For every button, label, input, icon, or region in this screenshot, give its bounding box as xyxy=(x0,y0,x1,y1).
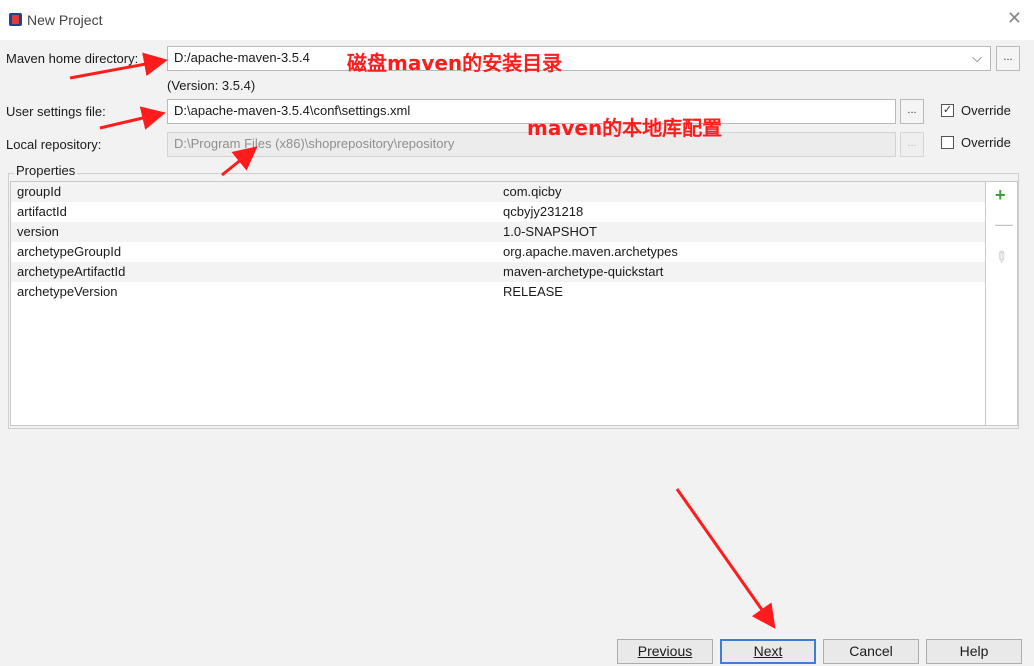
arrow-next xyxy=(675,488,776,629)
repo-override-label: Override xyxy=(961,135,1011,150)
local-repo-browse-button[interactable]: ... xyxy=(900,132,924,157)
settings-override-label: Override xyxy=(961,103,1011,118)
settings-file-browse-button[interactable]: ... xyxy=(900,99,924,124)
property-key: groupId xyxy=(17,184,62,199)
remove-icon[interactable]: — xyxy=(995,214,1013,235)
property-value: RELEASE xyxy=(503,284,563,299)
help-button[interactable]: Help xyxy=(926,639,1022,664)
table-row[interactable]: archetypeVersion RELEASE xyxy=(11,282,985,302)
local-repo-annotation: maven的本地库配置 xyxy=(527,116,723,140)
maven-home-value: D:/apache-maven-3.5.4 xyxy=(174,50,310,65)
property-key: archetypeGroupId xyxy=(17,244,122,259)
previous-button[interactable]: Previous xyxy=(617,639,713,664)
title-bar: New Project ✕ xyxy=(0,0,1034,40)
table-row[interactable]: artifactId qcbyjy231218 xyxy=(11,202,985,222)
property-value: com.qicby xyxy=(503,184,562,199)
table-row[interactable]: archetypeArtifactId maven-archetype-quic… xyxy=(11,262,985,282)
edit-icon[interactable]: ✎ xyxy=(990,246,1012,268)
cancel-button[interactable]: Cancel xyxy=(823,639,919,664)
close-icon[interactable]: ✕ xyxy=(1007,8,1022,29)
property-value: maven-archetype-quickstart xyxy=(503,264,664,279)
property-key: artifactId xyxy=(17,204,67,219)
table-row[interactable]: archetypeGroupId org.apache.maven.archet… xyxy=(11,242,985,262)
property-value: org.apache.maven.archetypes xyxy=(503,244,678,259)
previous-label: Previous xyxy=(637,643,693,659)
next-label: Next xyxy=(753,643,783,659)
table-row[interactable]: groupId com.qicby xyxy=(11,182,985,202)
settings-file-label: User settings file: xyxy=(6,104,106,119)
maven-home-browse-button[interactable]: ... xyxy=(996,46,1020,71)
maven-home-dropdown[interactable]: D:/apache-maven-3.5.4 ⌵ xyxy=(167,46,991,71)
add-icon[interactable]: + xyxy=(995,185,1006,206)
maven-home-label: Maven home directory: xyxy=(6,51,139,66)
properties-table: groupId com.qicby artifactId qcbyjy23121… xyxy=(10,181,986,426)
arrow-settings xyxy=(99,106,166,130)
maven-version-text: (Version: 3.5.4) xyxy=(167,78,256,93)
properties-title: Properties xyxy=(14,163,78,178)
chevron-down-icon[interactable]: ⌵ xyxy=(972,50,982,66)
repo-override-checkbox[interactable] xyxy=(941,136,954,149)
properties-toolbar: + — ✎ xyxy=(986,181,1018,426)
property-key: version xyxy=(17,224,59,239)
maven-dir-annotation: 磁盘maven的安装目录 xyxy=(347,51,563,75)
local-repo-label: Local repository: xyxy=(6,137,102,152)
window-title: New Project xyxy=(27,12,103,28)
property-value: qcbyjy231218 xyxy=(503,204,584,219)
table-row[interactable]: version 1.0-SNAPSHOT xyxy=(11,222,985,242)
property-key: archetypeArtifactId xyxy=(17,264,126,279)
next-button[interactable]: Next xyxy=(720,639,816,664)
property-key: archetypeVersion xyxy=(17,284,118,299)
intellij-app-icon xyxy=(9,13,22,26)
settings-override-checkbox[interactable]: ✓ xyxy=(941,104,954,117)
property-value: 1.0-SNAPSHOT xyxy=(503,224,597,239)
